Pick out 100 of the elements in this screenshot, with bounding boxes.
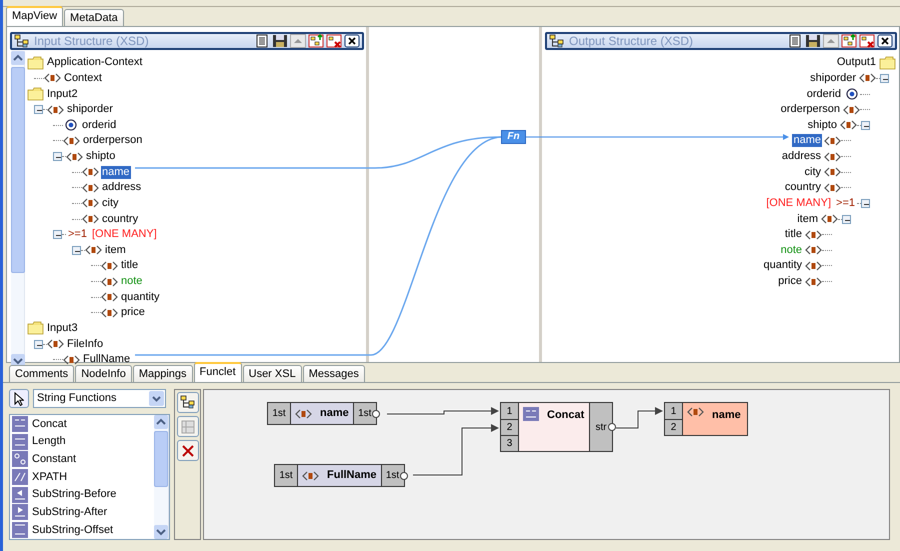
tree-node-label[interactable]: orderid (806, 88, 842, 101)
tab[interactable]: Funclet (194, 362, 242, 382)
mapping-node[interactable]: 1st name 1st (267, 402, 377, 425)
tree-node-label[interactable]: quantity (120, 290, 161, 304)
function-item[interactable]: Concat (32, 416, 67, 432)
scrollbar[interactable] (154, 415, 169, 539)
expander-icon[interactable] (53, 230, 62, 240)
element-icon (840, 120, 857, 130)
tree-node-label[interactable]: shipto (85, 150, 116, 164)
document-icon[interactable] (254, 34, 270, 48)
expander-icon[interactable] (880, 74, 889, 83)
element-icon (82, 214, 99, 224)
tree-node-label[interactable]: Input3 (46, 322, 79, 335)
tree-delete-icon[interactable] (326, 34, 342, 48)
function-icon (12, 434, 28, 450)
tree-node-label[interactable]: city (804, 166, 822, 179)
tree-node-label[interactable]: item (796, 212, 819, 226)
tree-node-label[interactable]: address (101, 181, 142, 194)
tree-node-label[interactable]: note (780, 244, 803, 257)
expander-icon[interactable] (53, 152, 62, 162)
tab[interactable]: MapView (6, 6, 64, 26)
expander-icon[interactable] (861, 120, 870, 130)
tree-node-label[interactable]: name (792, 134, 822, 148)
tree-node-label[interactable]: name (101, 166, 131, 179)
tree-add-icon[interactable] (841, 34, 857, 48)
close-icon[interactable] (344, 34, 360, 48)
scroll-down-icon[interactable] (154, 525, 168, 539)
tree-node-label[interactable]: title (120, 259, 140, 272)
tree-node-label[interactable]: city (101, 196, 120, 210)
tree-node-label[interactable]: Application-Context (46, 56, 144, 70)
tab[interactable]: Comments (9, 365, 74, 382)
function-list[interactable]: Concat Length Constant XPATH SubString-Before SubString-After SubString-Offset (9, 414, 170, 540)
tree-node-label[interactable]: Output1 (836, 56, 877, 70)
pointer-button[interactable] (9, 389, 29, 408)
tree-add-icon[interactable] (308, 34, 324, 48)
function-item[interactable]: SubString-Before (32, 486, 116, 503)
tree-node-label[interactable]: country (101, 212, 140, 226)
function-item[interactable]: XPATH (32, 468, 68, 486)
tree-node-label[interactable]: address (780, 150, 822, 164)
element-icon (805, 276, 822, 287)
tree-node-label[interactable]: price (777, 275, 803, 288)
tree-node-label[interactable]: shipto (806, 118, 838, 132)
scrollbar[interactable] (11, 51, 25, 368)
function-item[interactable]: SubString-Offset (32, 522, 114, 538)
tree-node-label[interactable]: quantity (762, 259, 803, 272)
element-icon (843, 104, 860, 115)
tree-node-label[interactable]: Context (63, 72, 103, 85)
expander-icon[interactable] (861, 198, 870, 208)
mapping-node[interactable]: 1 2 name (664, 402, 748, 436)
tree-node-label[interactable]: orderid (81, 118, 118, 132)
element-icon (824, 182, 841, 193)
delete-button[interactable] (177, 440, 199, 461)
tree-node-label[interactable]: item (104, 244, 127, 257)
scroll-up-icon[interactable] (11, 51, 25, 65)
tree-node-label[interactable]: orderperson (780, 103, 841, 116)
function-item[interactable]: Length (32, 433, 66, 450)
tree-node-label[interactable]: title (784, 228, 803, 242)
category-dropdown[interactable]: String Functions (33, 389, 166, 408)
element-icon (47, 104, 64, 115)
tab[interactable]: User XSL (242, 365, 302, 382)
tab[interactable]: NodeInfo (75, 365, 132, 382)
scroll-up-icon[interactable] (154, 415, 168, 429)
tree-node-label[interactable]: Input2 (46, 88, 79, 101)
tab[interactable]: Mappings (132, 365, 193, 382)
layout-button[interactable] (177, 392, 199, 413)
expander-icon[interactable] (842, 214, 851, 224)
document-icon[interactable] (787, 34, 803, 48)
port-circle[interactable] (400, 472, 408, 480)
element-icon (82, 167, 99, 178)
panel-title: Output Structure (XSD) (569, 33, 694, 50)
scroll-thumb[interactable] (11, 67, 25, 273)
expander-icon[interactable] (34, 340, 43, 349)
tree-node-label[interactable]: shiporder (809, 72, 857, 85)
element-icon (824, 167, 841, 178)
tab[interactable]: Messages (302, 365, 365, 382)
tree-node-label[interactable]: country (784, 181, 822, 194)
node-label: name (320, 406, 349, 422)
scroll-thumb[interactable] (154, 431, 168, 487)
tree-node-label[interactable]: shiporder (66, 103, 114, 116)
tree-delete-icon[interactable] (859, 34, 875, 48)
expander-icon[interactable] (72, 246, 81, 255)
mapping-node[interactable]: 1st FullName 1st (274, 464, 405, 487)
tree-node-label[interactable]: FullName (82, 353, 132, 366)
element-icon (82, 182, 99, 193)
close-icon[interactable] (877, 34, 893, 48)
tree-node-label[interactable]: note (120, 275, 144, 288)
tree-node-label[interactable]: FileInfo (66, 338, 104, 351)
function-item[interactable]: Constant (32, 450, 76, 468)
expander-icon[interactable] (34, 105, 43, 114)
mapping-node[interactable]: 1 2 3 Concat str (500, 402, 613, 452)
tree-node-label[interactable]: [ONE MANY] (765, 196, 832, 210)
save-icon[interactable] (272, 34, 288, 48)
save-icon[interactable] (805, 34, 821, 48)
tree-node-label[interactable]: orderperson (82, 134, 144, 148)
port-circle[interactable] (372, 410, 380, 418)
tree-node-label[interactable]: [ONE MANY] (90, 228, 158, 242)
function-item[interactable]: SubString-After (32, 504, 108, 521)
tree-node-label[interactable]: price (120, 306, 146, 320)
port-circle[interactable] (608, 423, 616, 431)
tab[interactable]: MetaData (64, 9, 124, 26)
